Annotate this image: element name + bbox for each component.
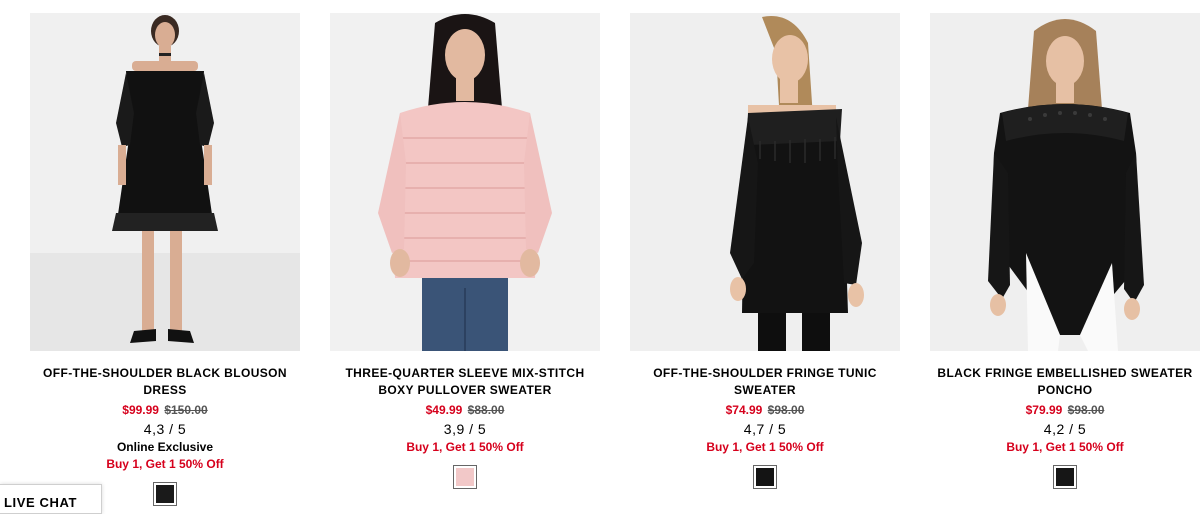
- promo-link[interactable]: Buy 1, Get 1 50% Off: [930, 439, 1200, 455]
- promo-link[interactable]: Buy 1, Get 1 50% Off: [630, 439, 900, 455]
- product-name[interactable]: BLACK FRINGE EMBELLISHED SWEATER PONCHO: [930, 365, 1200, 399]
- color-swatch[interactable]: [1053, 465, 1077, 489]
- online-exclusive-badge: Online Exclusive: [116, 440, 214, 454]
- original-price: $150.00: [164, 403, 208, 417]
- sale-price: $74.99: [725, 403, 763, 417]
- model-photo: [630, 13, 900, 351]
- product-price: $49.99 $88.00: [330, 402, 600, 418]
- product-card: OFF-THE-SHOULDER FRINGE TUNIC SWEATER $7…: [630, 13, 900, 489]
- product-price: $74.99 $98.00: [630, 402, 900, 418]
- sale-price: $49.99: [425, 403, 463, 417]
- product-name[interactable]: OFF-THE-SHOULDER BLACK BLOUSON DRESS: [30, 365, 300, 399]
- product-image[interactable]: [30, 13, 300, 351]
- product-price: $99.99 $150.00: [30, 402, 300, 418]
- swatch-fill: [156, 485, 174, 503]
- product-image[interactable]: [330, 13, 600, 351]
- original-price: $98.00: [1067, 403, 1105, 417]
- original-price: $88.00: [467, 403, 505, 417]
- product-image[interactable]: [630, 13, 900, 351]
- product-rating: 3,9 / 5: [443, 421, 487, 437]
- product-card: BLACK FRINGE EMBELLISHED SWEATER PONCHO …: [930, 13, 1200, 489]
- color-swatch[interactable]: [453, 465, 477, 489]
- promo-link[interactable]: Buy 1, Get 1 50% Off: [330, 439, 600, 455]
- promo-link[interactable]: Buy 1, Get 1 50% Off: [30, 456, 300, 472]
- product-name[interactable]: THREE-QUARTER SLEEVE MIX-STITCH BOXY PUL…: [330, 365, 600, 399]
- swatch-fill: [756, 468, 774, 486]
- original-price: $98.00: [767, 403, 805, 417]
- product-rating: 4,2 / 5: [1043, 421, 1087, 437]
- product-card: OFF-THE-SHOULDER BLACK BLOUSON DRESS $99…: [30, 13, 300, 506]
- model-photo: [930, 13, 1200, 351]
- product-image[interactable]: [930, 13, 1200, 351]
- swatch-fill: [1056, 468, 1074, 486]
- model-photo: [30, 13, 300, 351]
- product-card: THREE-QUARTER SLEEVE MIX-STITCH BOXY PUL…: [330, 13, 600, 489]
- product-grid: OFF-THE-SHOULDER BLACK BLOUSON DRESS $99…: [0, 0, 1201, 510]
- product-name[interactable]: OFF-THE-SHOULDER FRINGE TUNIC SWEATER: [630, 365, 900, 399]
- sale-price: $79.99: [1025, 403, 1063, 417]
- color-swatch[interactable]: [753, 465, 777, 489]
- swatch-fill: [456, 468, 474, 486]
- model-photo: [330, 13, 600, 351]
- product-rating: 4,3 / 5: [143, 421, 187, 437]
- color-swatch[interactable]: [153, 482, 177, 506]
- sale-price: $99.99: [122, 403, 159, 417]
- product-rating: 4,7 / 5: [743, 421, 787, 437]
- product-price: $79.99 $98.00: [930, 402, 1200, 418]
